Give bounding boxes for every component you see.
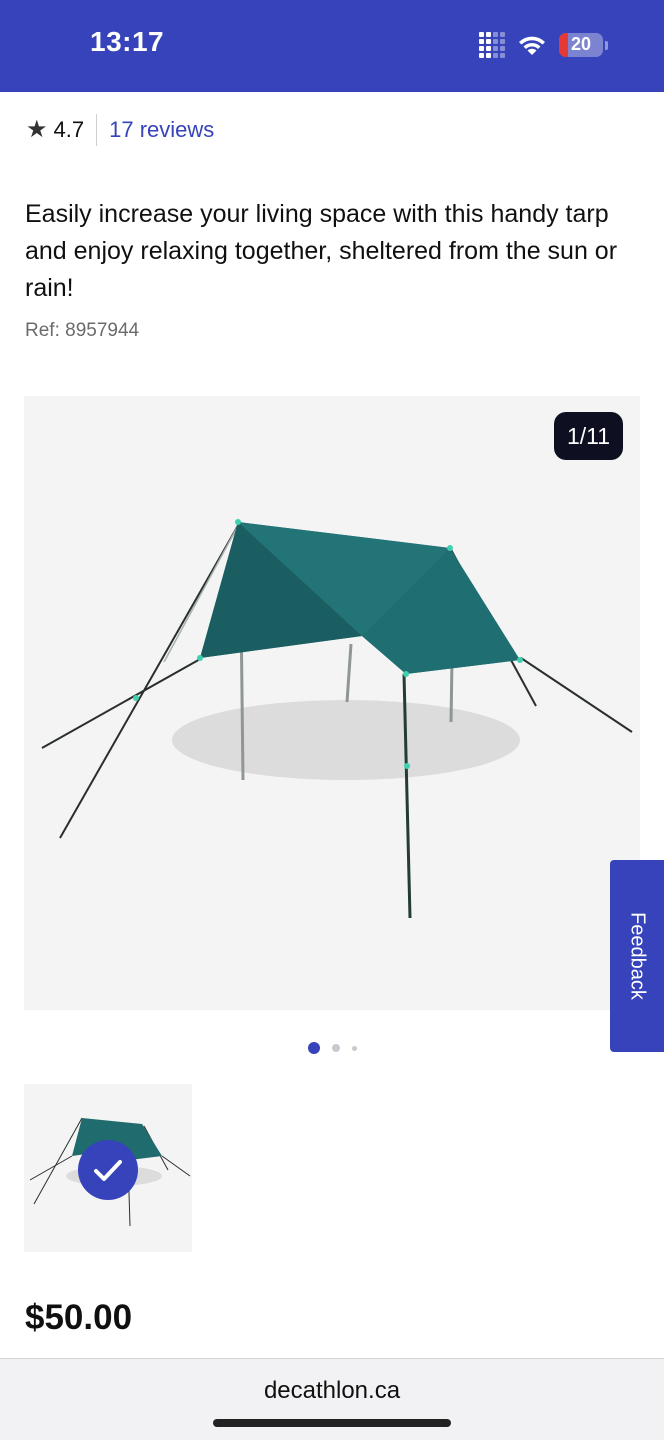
reviews-link[interactable]: 17 reviews bbox=[109, 117, 214, 143]
status-time: 13:17 bbox=[90, 26, 165, 57]
battery-tip bbox=[605, 40, 608, 50]
pagination-dot[interactable] bbox=[331, 1044, 340, 1052]
rating-row: ★ 4.7 17 reviews bbox=[26, 112, 214, 148]
rating-divider bbox=[96, 114, 98, 146]
feedback-tab[interactable]: Feedback bbox=[610, 860, 664, 1052]
status-bar: 13:17 20 bbox=[0, 0, 664, 92]
url-text[interactable]: decathlon.ca bbox=[0, 1377, 664, 1405]
status-icons: 20 bbox=[479, 30, 608, 60]
image-thumbnail[interactable] bbox=[24, 1084, 192, 1252]
star-icon: ★ bbox=[26, 116, 48, 143]
product-image-carousel[interactable]: 1/11 bbox=[24, 396, 640, 1010]
battery-level: 20 bbox=[570, 34, 592, 54]
browser-address-bar[interactable]: decathlon.ca bbox=[0, 1358, 664, 1440]
home-indicator[interactable] bbox=[213, 1419, 451, 1427]
checkmark-icon bbox=[94, 1160, 122, 1181]
rating-value: 4.7 bbox=[53, 117, 85, 142]
product-ref: Ref: 8957944 bbox=[25, 320, 140, 341]
wifi-icon bbox=[519, 36, 545, 55]
battery-icon: 20 bbox=[559, 33, 603, 57]
cellular-signal-icon bbox=[479, 32, 505, 58]
pagination-dot[interactable] bbox=[351, 1045, 357, 1051]
thumbnail-selected-badge bbox=[78, 1140, 138, 1200]
product-description: Easily increase your living space with t… bbox=[25, 200, 618, 302]
image-counter: 1/11 bbox=[553, 412, 623, 460]
tarp-product-image bbox=[41, 519, 633, 919]
product-price: $50.00 bbox=[25, 1298, 133, 1337]
feedback-label: Feedback bbox=[626, 912, 649, 1000]
carousel-pagination bbox=[0, 1040, 664, 1056]
pagination-dot-active[interactable] bbox=[307, 1042, 320, 1054]
